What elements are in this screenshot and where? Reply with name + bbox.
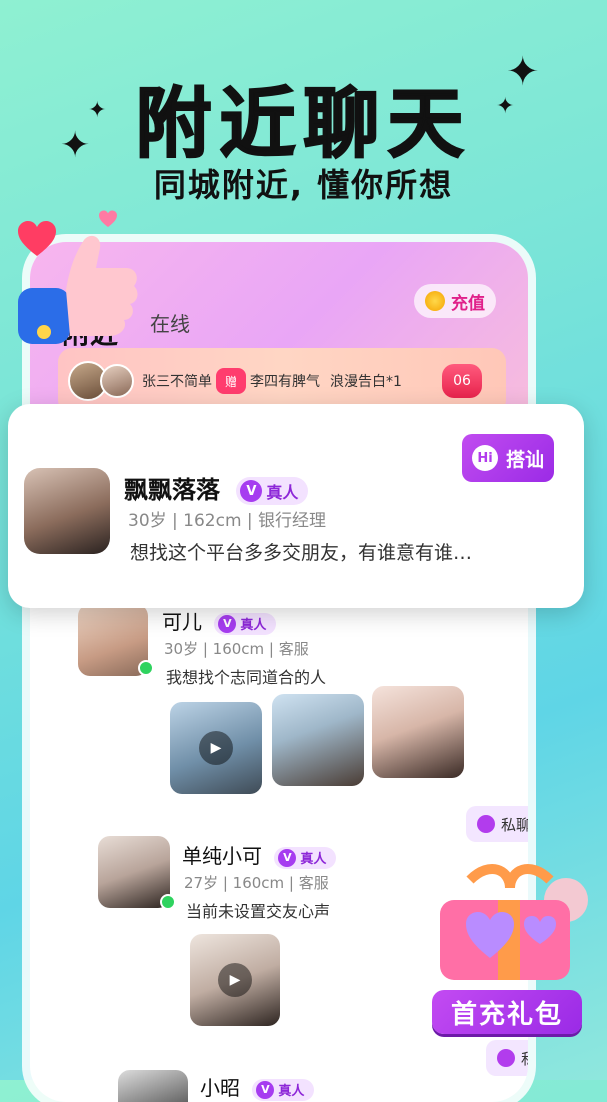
user-meta: 30岁 | 160cm | 客服 [164, 640, 309, 658]
verified-icon: V [218, 614, 237, 633]
verified-label: 真人 [278, 1084, 305, 1099]
verified-label: 真人 [300, 852, 327, 867]
chat-icon [476, 815, 495, 833]
verified-label: 真人 [240, 618, 267, 633]
user-bio: 想找这个平台多多交朋友，有谁意有谁… [130, 542, 473, 564]
ticker-gift: 浪漫告白*1 [330, 374, 402, 390]
user-name: 单纯小可 V 真人 [182, 840, 337, 869]
gift-heart-icon: 赠 [216, 368, 246, 394]
play-icon[interactable]: ▶ [199, 731, 233, 765]
avatar[interactable] [24, 468, 110, 554]
heart-count-badge: 06 [442, 364, 482, 398]
tab-online[interactable]: 在线 [150, 308, 190, 337]
recharge-label: 充值 [451, 293, 485, 314]
avatar [100, 364, 134, 398]
sparkle-icon: ✦ [60, 125, 91, 166]
user-meta: 27岁 | 160cm | 客服 [184, 874, 329, 892]
avatar[interactable] [118, 1070, 188, 1102]
sparkle-icon: ✦ [496, 94, 515, 119]
user-meta: 30岁 | 162cm | 银行经理 [128, 511, 327, 531]
verified-icon: V [240, 480, 263, 502]
pickup-button[interactable]: Hi 搭讪 [462, 434, 554, 482]
private-chat-button[interactable]: 私聊 [486, 1040, 528, 1076]
sparkle-icon: ✦ [506, 49, 540, 95]
verified-badge: V 真人 [252, 1078, 315, 1101]
online-status-dot [138, 660, 154, 676]
verified-badge: V 真人 [274, 846, 337, 869]
media-thumbnail[interactable]: ▶ [170, 702, 262, 794]
sparkle-icon: ✦ [88, 98, 107, 123]
online-status-dot [160, 894, 176, 910]
user-bio: 当前未设置交友心声 [186, 902, 331, 921]
play-icon[interactable]: ▶ [218, 963, 252, 997]
gift-box-icon[interactable] [430, 860, 590, 990]
user-bio: 我想找个志同道合的人 [166, 668, 327, 687]
verified-badge: V 真人 [236, 477, 309, 505]
featured-user-card[interactable]: 飘飘落落 V 真人 30岁 | 162cm | 银行经理 想找这个平台多多交朋友… [8, 404, 584, 608]
hi-icon: Hi [471, 445, 498, 471]
ticker-sender: 张三不简单 [142, 374, 212, 390]
user-name-text: 飘飘落落 [124, 476, 220, 504]
user-name-text: 单纯小可 [182, 844, 262, 868]
avatar[interactable] [98, 836, 170, 908]
private-chat-label: 私聊 [500, 815, 528, 834]
user-name: 小昭 V 真人 [200, 1072, 315, 1101]
media-thumbnail[interactable]: ▶ [190, 934, 280, 1026]
recharge-button[interactable]: 充值 [414, 284, 496, 318]
coin-icon [425, 291, 445, 311]
pickup-label: 搭讪 [505, 448, 544, 471]
private-chat-button[interactable]: 私聊 [466, 806, 528, 842]
photo-thumbnail[interactable] [272, 694, 364, 786]
verified-badge: V 真人 [214, 612, 277, 635]
private-chat-label: 私聊 [521, 1048, 528, 1069]
first-recharge-gift-button[interactable]: 首充礼包 [432, 990, 582, 1034]
chat-icon [496, 1049, 515, 1067]
verified-icon: V [278, 848, 297, 867]
photo-thumbnail[interactable] [372, 686, 464, 778]
user-name: 可儿 V 真人 [162, 606, 277, 635]
thumbs-up-icon [10, 226, 140, 346]
ticker-receiver: 李四有脾气 [250, 374, 320, 390]
hero-subtitle: 同城附近, 懂你所想 [153, 166, 454, 204]
verified-icon: V [256, 1080, 275, 1099]
user-name-text: 可儿 [162, 610, 202, 634]
verified-label: 真人 [266, 483, 299, 502]
user-name: 飘飘落落 V 真人 [124, 470, 309, 505]
